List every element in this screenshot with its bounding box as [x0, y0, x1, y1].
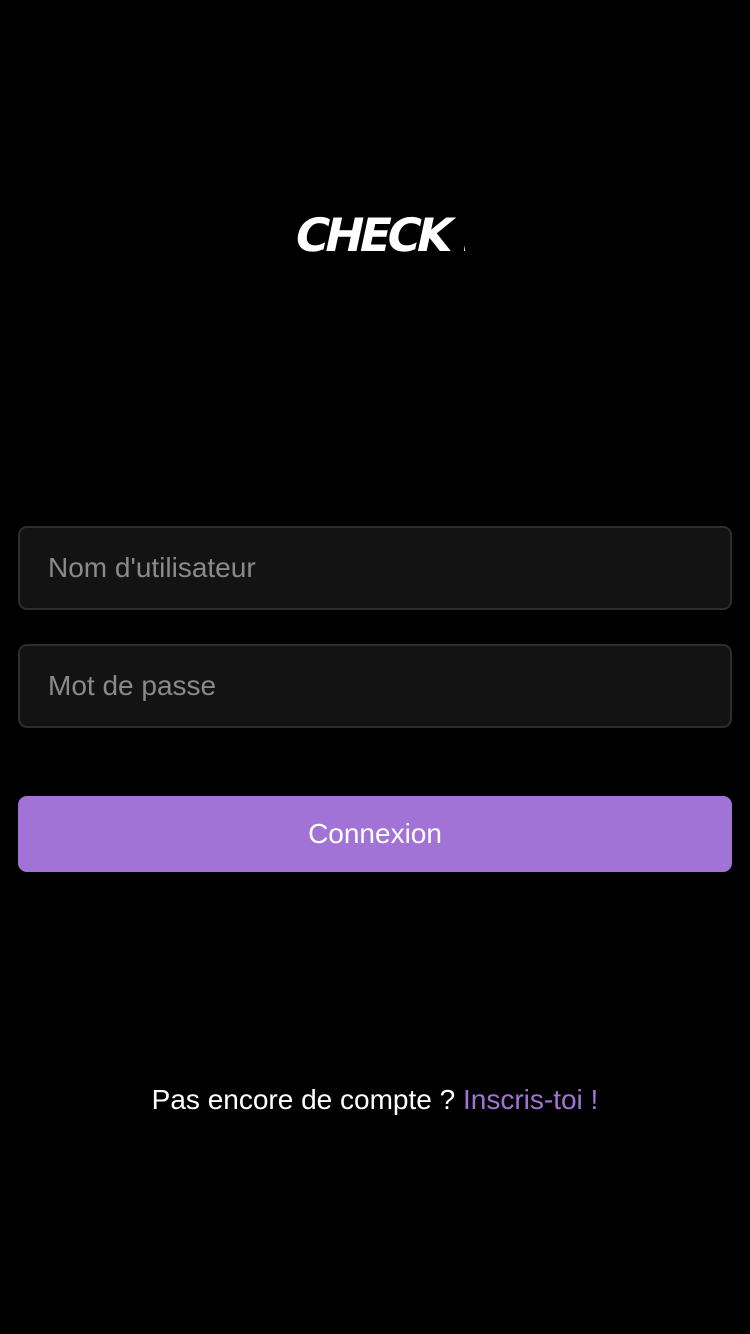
password-input[interactable]	[48, 670, 702, 702]
app-logo: CHECK !T	[0, 196, 750, 266]
signup-prompt-text: Pas encore de compte ?	[151, 1084, 463, 1115]
logo-text: CHECK !T	[290, 208, 465, 261]
signup-link[interactable]: Inscris-toi !	[463, 1084, 598, 1115]
login-button[interactable]: Connexion	[18, 796, 732, 872]
login-screen: CHECK !T Connexion Pas encore de compte …	[0, 0, 750, 1334]
password-field[interactable]	[18, 644, 732, 728]
username-input[interactable]	[48, 552, 702, 584]
signup-prompt-row: Pas encore de compte ? Inscris-toi !	[0, 1084, 750, 1124]
logo-wordmark: CHECK !T	[290, 208, 465, 261]
username-field[interactable]	[18, 526, 732, 610]
